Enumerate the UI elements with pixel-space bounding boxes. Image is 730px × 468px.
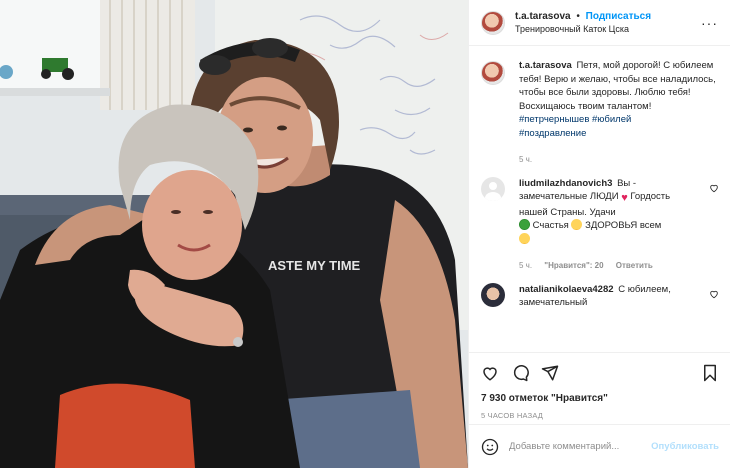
comments-list[interactable]: t.a.tarasova Петя, мой дорогой! С юбилее… — [469, 47, 730, 352]
comment-item: natalianikolaeva4282 С юбилеем, замечате… — [481, 282, 719, 310]
red-heart-emoji-icon: ♥ — [621, 192, 628, 204]
photo-illustration: ASTE MY TIME — [0, 0, 468, 468]
like-heart-icon[interactable] — [481, 364, 499, 382]
emoji-smiley-icon[interactable] — [481, 438, 499, 456]
post-header: t.a.tarasova • Подписаться Тренировочный… — [469, 0, 730, 46]
commenter-avatar[interactable] — [481, 176, 505, 201]
smiling-face-emoji-icon — [519, 232, 530, 244]
author-avatar[interactable] — [481, 10, 505, 35]
caption-author-avatar[interactable] — [481, 61, 505, 85]
caption-username[interactable]: t.a.tarasova — [519, 60, 572, 71]
hashtag-link[interactable]: #петрчернышев — [519, 114, 589, 125]
comment-time[interactable]: 5 ч. — [519, 261, 532, 270]
post-photo[interactable]: ASTE MY TIME — [0, 0, 468, 468]
comment-text: ЗДОРОВЬЯ всем — [585, 220, 662, 231]
post-comment-button[interactable]: Опубликовать — [651, 441, 719, 452]
comment-text: Счастья — [532, 220, 569, 231]
separator-dot: • — [576, 10, 580, 22]
shirt-print-text: ASTE MY TIME — [268, 258, 361, 273]
author-username[interactable]: t.a.tarasova — [515, 11, 571, 22]
bookmark-icon[interactable] — [701, 364, 719, 382]
add-comment-input[interactable] — [509, 441, 649, 452]
smiling-face-emoji-icon — [571, 219, 583, 230]
post-timestamp[interactable]: 5 ЧАСОВ НАЗАД — [481, 411, 719, 420]
comment-bubble-icon[interactable] — [511, 364, 529, 382]
like-comment-heart-icon[interactable] — [709, 289, 719, 299]
comment-item: liudmilazhdanovich3 Вы - замечательные Л… — [481, 176, 719, 273]
post-location[interactable]: Тренировочный Каток Цска — [515, 23, 651, 36]
four-leaf-clover-emoji-icon — [519, 219, 530, 230]
comment-username[interactable]: natalianikolaeva4282 — [519, 284, 614, 295]
hashtag-link[interactable]: #юбилей — [592, 114, 631, 125]
add-comment-bar: Опубликовать — [469, 424, 730, 468]
hashtag-link[interactable]: #поздравление — [519, 128, 586, 139]
post-actions: 7 930 отметок "Нравится" 5 ЧАСОВ НАЗАД — [469, 352, 730, 420]
comment-likes[interactable]: "Нравится": 20 — [544, 261, 603, 270]
commenter-avatar[interactable] — [481, 282, 505, 307]
post-side-panel: t.a.tarasova • Подписаться Тренировочный… — [468, 0, 730, 468]
caption: t.a.tarasova Петя, мой дорогой! С юбилее… — [481, 59, 719, 167]
likes-count[interactable]: 7 930 отметок "Нравится" — [481, 393, 719, 404]
follow-button[interactable]: Подписаться — [586, 11, 651, 22]
like-comment-heart-icon[interactable] — [709, 183, 719, 193]
comment-username[interactable]: liudmilazhdanovich3 — [519, 178, 612, 189]
caption-time[interactable]: 5 ч. — [519, 155, 532, 164]
reply-button[interactable]: Ответить — [616, 261, 653, 270]
more-horizontal-icon[interactable]: ··· — [701, 15, 718, 31]
share-paper-plane-icon[interactable] — [541, 364, 559, 382]
